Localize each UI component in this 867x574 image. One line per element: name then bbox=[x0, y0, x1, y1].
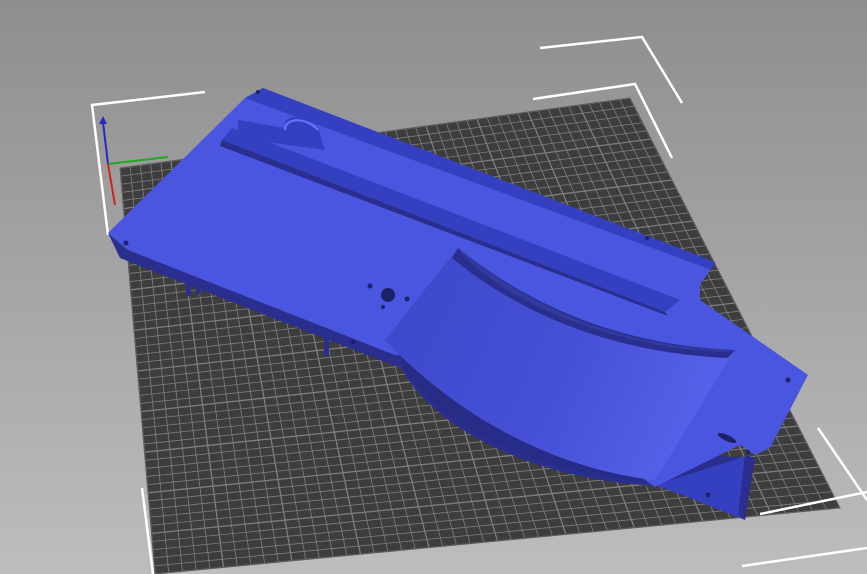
scene-canvas[interactable] bbox=[0, 0, 867, 574]
3d-viewport[interactable] bbox=[0, 0, 867, 574]
